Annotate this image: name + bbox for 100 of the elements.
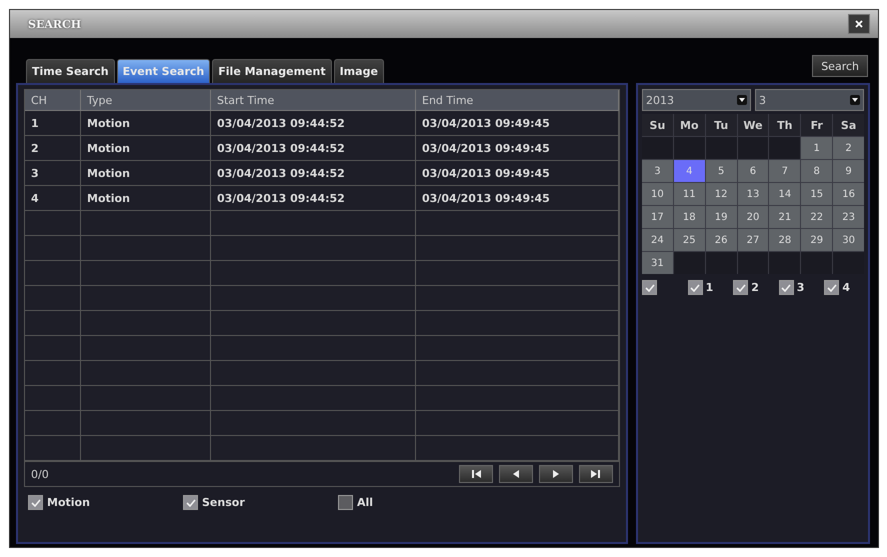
table-cell: 03/04/2013 09:44:52 — [211, 136, 416, 161]
calendar-day[interactable]: 4 — [674, 160, 705, 182]
calendar-day[interactable]: 23 — [833, 206, 864, 228]
calendar-day[interactable]: 30 — [833, 229, 864, 251]
triangle-left-icon — [511, 469, 521, 479]
tab[interactable]: File Management — [212, 59, 332, 83]
table-cell: 1 — [25, 111, 81, 136]
calendar-day[interactable]: 2 — [833, 137, 864, 159]
tab[interactable]: Image — [334, 59, 384, 83]
check-icon — [736, 284, 746, 292]
table-cell: Motion — [81, 136, 211, 161]
calendar-day[interactable]: 12 — [706, 183, 737, 205]
calendar-day[interactable]: 29 — [801, 229, 832, 251]
calendar-day[interactable]: 16 — [833, 183, 864, 205]
blank-day — [801, 252, 832, 274]
blank-day — [833, 252, 864, 274]
table-cell: Motion — [81, 161, 211, 186]
last-page-button[interactable] — [579, 465, 613, 483]
column-header: Start Time — [211, 90, 416, 111]
close-button[interactable] — [848, 14, 870, 34]
table-cell: 03/04/2013 09:44:52 — [211, 161, 416, 186]
calendar-day[interactable]: 22 — [801, 206, 832, 228]
calendar-day[interactable]: 28 — [769, 229, 800, 251]
blank-day — [769, 252, 800, 274]
check-icon — [644, 284, 654, 292]
column-header: End Time — [416, 90, 619, 111]
blank-day — [674, 137, 705, 159]
tab[interactable]: Event Search — [116, 59, 210, 83]
calendar-day[interactable]: 14 — [769, 183, 800, 205]
calendar-day[interactable]: 25 — [674, 229, 705, 251]
calendar-day[interactable]: 24 — [642, 229, 673, 251]
checkbox[interactable] — [688, 280, 703, 295]
blank-day — [738, 137, 768, 159]
weekday-header: Fr — [801, 114, 832, 136]
checkbox-label: All — [357, 496, 374, 509]
weekday-header: Sa — [833, 114, 864, 136]
table-cell: 03/04/2013 09:49:45 — [416, 161, 619, 186]
calendar-day[interactable]: 27 — [738, 229, 768, 251]
calendar-day[interactable]: 1 — [801, 137, 832, 159]
table-cell: 3 — [25, 161, 81, 186]
checkbox[interactable] — [28, 495, 43, 510]
check-icon — [690, 284, 700, 292]
tab[interactable]: Time Search — [26, 59, 115, 83]
calendar-day[interactable]: 31 — [642, 252, 673, 274]
blank-day — [706, 252, 737, 274]
calendar-day[interactable]: 5 — [706, 160, 737, 182]
table-cell: Motion — [81, 186, 211, 211]
calendar-day[interactable]: 15 — [801, 183, 832, 205]
calendar-day[interactable]: 11 — [674, 183, 705, 205]
calendar-day[interactable]: 10 — [642, 183, 673, 205]
table-cell: 4 — [25, 186, 81, 211]
next-page-button[interactable] — [539, 465, 573, 483]
check-icon — [781, 284, 792, 292]
window-title: SEARCH — [28, 18, 82, 30]
column-header: Type — [81, 90, 211, 111]
calendar-day[interactable]: 18 — [674, 206, 705, 228]
checkbox[interactable] — [824, 280, 840, 295]
weekday-header: Su — [642, 114, 673, 136]
search-button[interactable]: Search — [812, 55, 868, 77]
month-dropdown[interactable]: 3 — [755, 89, 864, 111]
checkbox[interactable] — [733, 280, 748, 295]
calendar-day[interactable]: 3 — [642, 160, 673, 182]
blank-day — [738, 252, 768, 274]
table-cell: 2 — [25, 136, 81, 161]
blank-day — [674, 252, 705, 274]
check-icon — [30, 498, 40, 506]
table-cell: 03/04/2013 09:44:52 — [211, 186, 416, 211]
skip-forward-icon — [591, 469, 601, 479]
channel-label: 4 — [842, 281, 850, 294]
calendar-day[interactable]: 6 — [738, 160, 768, 182]
calendar-day[interactable]: 19 — [706, 206, 737, 228]
channel-label: 2 — [751, 281, 759, 294]
calendar-day[interactable]: 21 — [769, 206, 800, 228]
calendar-day[interactable]: 26 — [706, 229, 737, 251]
channel-label: 1 — [706, 281, 714, 294]
column-header: CH — [25, 90, 81, 111]
weekday-header: Mo — [674, 114, 705, 136]
checkbox[interactable] — [183, 495, 198, 510]
calendar-day[interactable]: 7 — [769, 160, 800, 182]
previous-page-button[interactable] — [499, 465, 533, 483]
checkbox[interactable] — [338, 495, 353, 510]
checkbox[interactable] — [778, 280, 794, 295]
first-page-button[interactable] — [459, 465, 493, 483]
table-cell: 03/04/2013 09:49:45 — [416, 111, 619, 136]
page-indicator: 0/0 — [31, 468, 49, 480]
table-cell: 03/04/2013 09:44:52 — [211, 111, 416, 136]
checkbox[interactable] — [642, 280, 657, 295]
check-icon — [186, 498, 196, 506]
caret-icon — [850, 95, 860, 105]
calendar-day[interactable]: 8 — [801, 160, 832, 182]
caret-icon — [737, 95, 747, 105]
table-cell: Motion — [81, 111, 211, 136]
close-icon — [855, 20, 863, 28]
calendar-day[interactable]: 9 — [833, 160, 864, 182]
calendar-day[interactable]: 20 — [738, 206, 768, 228]
calendar-day[interactable]: 13 — [738, 183, 768, 205]
year-dropdown[interactable]: 2013 — [642, 89, 751, 111]
calendar-day[interactable]: 17 — [642, 206, 673, 228]
weekday-header: We — [738, 114, 768, 136]
table-cell: 03/04/2013 09:49:45 — [416, 136, 619, 161]
